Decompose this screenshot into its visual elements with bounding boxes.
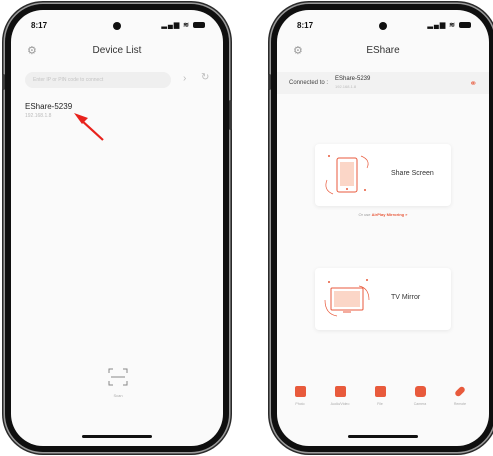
airplay-prefix: Or use — [358, 212, 371, 217]
scan-label: Scan — [113, 393, 123, 398]
scan-icon — [108, 368, 128, 386]
page-title: Device List — [92, 45, 142, 56]
volume-button — [268, 74, 271, 90]
tv-mirror-label: TV Mirror — [391, 294, 421, 301]
header: ⚙ Device List — [11, 42, 223, 62]
home-indicator[interactable] — [348, 435, 418, 438]
airplay-row: Or use AirPlay Mirroring » — [277, 212, 489, 217]
battery-icon — [193, 22, 205, 29]
toolbar-file[interactable]: File — [365, 386, 395, 406]
search-row: › ↻ — [25, 72, 209, 90]
phone-left: 8:17 ▂▄▆ ≋ ⚙ Device List › ↻ EShare-5239… — [2, 4, 232, 452]
camera-cutout — [379, 22, 387, 30]
refresh-icon[interactable]: ↻ — [201, 72, 209, 83]
remote-icon — [453, 385, 467, 398]
status-icons: ▂▄▆ ≋ — [428, 21, 471, 29]
folder-icon — [374, 386, 386, 397]
connected-label: Connected to : — [289, 80, 329, 86]
connected-device-ip: 192.168.1.8 — [335, 84, 357, 89]
eshare-home-screen: 8:17 ▂▄▆ ≋ ⚙ EShare Connected to : EShar… — [277, 10, 489, 446]
status-time: 8:17 — [31, 21, 48, 30]
toolbar-label: File — [377, 402, 383, 406]
toolbar-audio-video[interactable]: Audio/Video — [325, 386, 355, 406]
toolbar-label: Camera — [413, 402, 427, 406]
share-screen-label: Share Screen — [391, 170, 434, 177]
tv-mirror-card[interactable]: TV Mirror — [315, 268, 451, 330]
stage: 8:17 ▂▄▆ ≋ ⚙ Device List › ↻ EShare-5239… — [0, 0, 493, 456]
volume-button — [2, 74, 5, 90]
bottom-toolbar: Photo Audio/Video File Camera Remote — [285, 385, 481, 420]
toolbar-label: Photo — [295, 402, 305, 406]
camera-cutout — [113, 22, 121, 30]
scan-button[interactable]: Scan — [108, 368, 128, 398]
camera-icon — [414, 386, 426, 397]
tv-mirror-icon — [324, 279, 370, 317]
power-button — [229, 100, 232, 130]
video-icon — [334, 386, 346, 397]
device-list-screen: 8:17 ▂▄▆ ≋ ⚙ Device List › ↻ EShare-5239… — [11, 10, 223, 446]
disconnect-link-icon[interactable]: ⚭ — [469, 78, 477, 89]
toolbar-camera[interactable]: Camera — [405, 386, 435, 406]
device-ip: 192.168.1.8 — [25, 113, 52, 119]
status-icons: ▂▄▆ ≋ — [162, 21, 205, 29]
device-name: EShare-5239 — [25, 102, 73, 111]
header: ⚙ EShare — [277, 42, 489, 62]
page-title: EShare — [366, 45, 400, 56]
ip-pin-input[interactable] — [25, 72, 171, 88]
toolbar-remote[interactable]: Remote — [445, 385, 475, 406]
device-list-item[interactable]: EShare-5239 192.168.1.8 — [25, 102, 145, 126]
connection-bar: Connected to : EShare-5239 192.168.1.8 ⚭ — [277, 72, 489, 94]
share-screen-card[interactable]: Share Screen — [315, 144, 451, 206]
airplay-mirroring-link[interactable]: AirPlay Mirroring » — [372, 212, 408, 217]
chevron-right-icon[interactable]: › — [183, 73, 186, 84]
toolbar-label: Remote — [453, 402, 467, 406]
phone-right: 8:17 ▂▄▆ ≋ ⚙ EShare Connected to : EShar… — [268, 4, 493, 452]
status-time: 8:17 — [297, 21, 314, 30]
toolbar-label: Audio/Video — [330, 402, 350, 406]
battery-icon — [459, 22, 471, 29]
status-bar: 8:17 ▂▄▆ ≋ — [277, 20, 489, 34]
photo-icon — [294, 386, 306, 397]
toolbar-photo[interactable]: Photo — [285, 386, 315, 406]
connected-device-name: EShare-5239 — [335, 76, 371, 82]
status-bar: 8:17 ▂▄▆ ≋ — [11, 20, 223, 34]
phone-share-icon — [325, 155, 369, 195]
home-indicator[interactable] — [82, 435, 152, 438]
